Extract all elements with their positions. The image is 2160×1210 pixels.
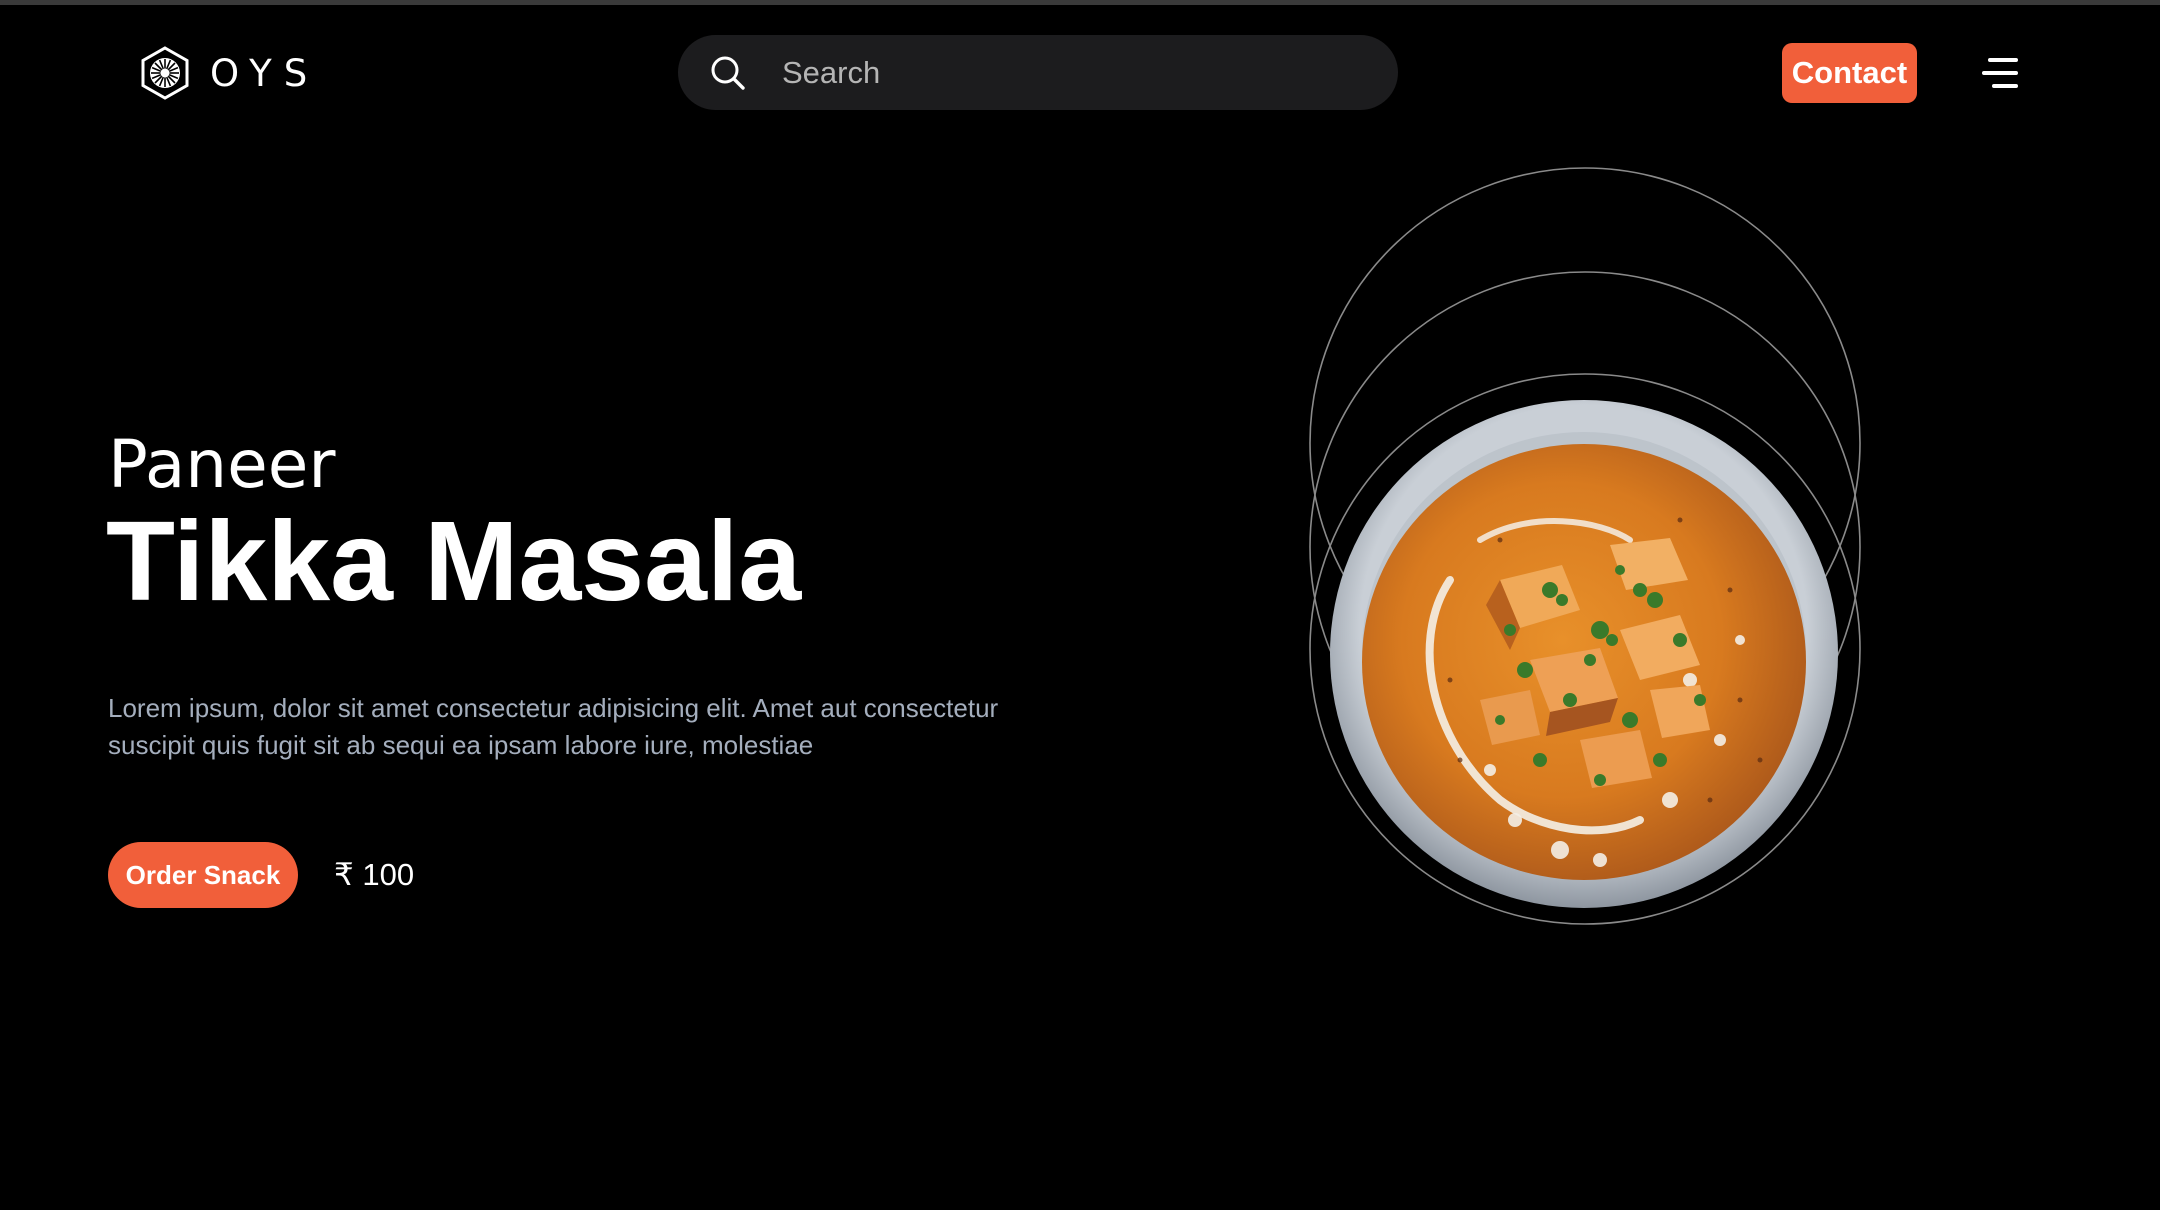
dish-showcase — [1300, 160, 1880, 940]
dish-description: Lorem ipsum, dolor sit amet consectetur … — [108, 693, 999, 760]
browser-top-strip — [0, 0, 2160, 5]
brand-name: OYS — [210, 51, 320, 95]
dish-image — [1309, 167, 1861, 925]
hamburger-menu-icon[interactable] — [1978, 52, 2018, 94]
contact-button[interactable]: Contact — [1782, 43, 1917, 103]
price-label: ₹ 100 — [334, 857, 415, 892]
hexagon-logo-icon — [141, 46, 189, 100]
order-snack-button[interactable]: Order Snack — [108, 842, 298, 908]
search-input[interactable] — [782, 35, 1362, 110]
search-icon[interactable] — [709, 54, 747, 92]
brand-logo[interactable]: OYS — [140, 46, 319, 100]
dish-title: Tikka Masala — [106, 498, 802, 624]
search-bar[interactable] — [678, 35, 1398, 110]
dish-subtitle: Paneer — [108, 426, 336, 503]
